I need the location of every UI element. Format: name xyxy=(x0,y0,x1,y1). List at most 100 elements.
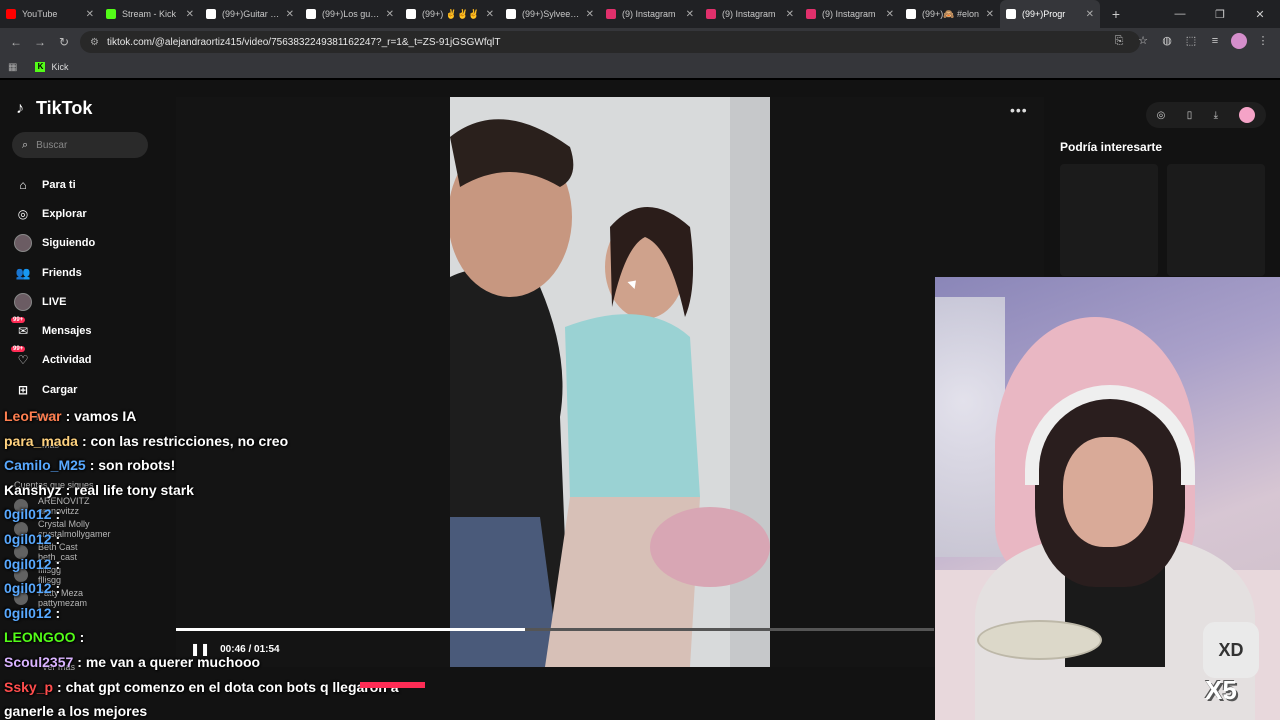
stream-chat: LeoFwar: vamos IA para_mada: con las rest… xyxy=(4,404,444,720)
browser-tab[interactable]: (99+) ✌️✌️✌️ ✕ xyxy=(400,0,500,28)
sidebar-item-label: Mensajes xyxy=(42,325,92,338)
kick-icon: K xyxy=(35,62,46,72)
tab-close-icon[interactable]: ✕ xyxy=(686,9,694,20)
sidebar-item-siguiendo[interactable]: Siguiendo xyxy=(14,229,164,258)
sidebar-item-friends[interactable]: 👥 Friends xyxy=(14,258,164,287)
chat-separator: : xyxy=(55,555,61,572)
tab-close-icon[interactable]: ✕ xyxy=(1086,9,1094,20)
chat-username[interactable]: LeoFwar xyxy=(4,408,62,424)
tab-favicon-icon xyxy=(1006,9,1016,19)
site-info-icon[interactable]: ⚙ xyxy=(90,37,99,48)
browser-tab[interactable]: (99+)Progr ✕ xyxy=(1000,0,1100,28)
sidebar-item-label: Explorar xyxy=(42,207,87,220)
tiktok-logo[interactable]: ♪ TikTok xyxy=(16,98,92,119)
bookmarks-bar: ▦ K Kick xyxy=(0,56,1280,78)
chat-separator: : xyxy=(81,432,91,449)
sidebar-item-label: Cargar xyxy=(42,383,78,396)
browser-tab[interactable]: YouTube ✕ xyxy=(0,0,100,28)
chat-text: real life tony stark xyxy=(74,481,194,498)
chat-username[interactable]: Ssky_p xyxy=(4,679,53,695)
sidebar-item-cargar[interactable]: ⊞ Cargar xyxy=(14,375,164,404)
tab-favicon-icon xyxy=(6,9,16,19)
chat-username[interactable]: 0gil012 xyxy=(4,580,51,596)
back-icon[interactable]: ← xyxy=(4,35,28,49)
tab-close-icon[interactable]: ✕ xyxy=(86,9,94,20)
profile-avatar[interactable] xyxy=(1230,32,1248,50)
browser-tab[interactable]: (9) Instagram ✕ xyxy=(700,0,800,28)
phone-icon[interactable]: ▯ xyxy=(1187,110,1193,121)
chat-username[interactable]: Scoul2357 xyxy=(4,654,73,670)
friends-icon: 👥 xyxy=(15,265,31,280)
tab-title: (99+)🙈 #elon xyxy=(922,8,979,19)
chat-username[interactable]: 0gil012 xyxy=(4,556,51,572)
tab-close-icon[interactable]: ✕ xyxy=(386,9,394,20)
browser-addressbar: ← → ↻ ⚙ tiktok.com/@alejandraortiz415/vi… xyxy=(0,28,1280,56)
chat-username[interactable]: Kanshyz xyxy=(4,482,62,498)
media-icon[interactable]: ≡ xyxy=(1206,32,1224,50)
suggested-title: Podría interesarte xyxy=(1060,140,1163,154)
url-field[interactable]: ⚙ tiktok.com/@alejandraortiz415/video/75… xyxy=(80,31,1140,53)
new-tab-icon[interactable]: + xyxy=(1106,6,1126,22)
chat-message: 0gil012: xyxy=(4,527,444,552)
chat-separator: : xyxy=(55,580,61,597)
extension-icon[interactable]: ◍ xyxy=(1158,32,1176,50)
chat-username[interactable]: 0gil012 xyxy=(4,506,51,522)
menu-icon[interactable]: ⋮ xyxy=(1254,32,1272,50)
chat-message: 0gil012: xyxy=(4,552,444,577)
browser-tab[interactable]: (9) Instagram ✕ xyxy=(600,0,700,28)
tab-close-icon[interactable]: ✕ xyxy=(786,9,794,20)
coins-icon[interactable]: ◎ xyxy=(1157,110,1166,121)
suggested-thumbnail[interactable] xyxy=(1167,164,1265,276)
browser-tab[interactable]: Stream - Kick ✕ xyxy=(100,0,200,28)
bookmark-kick[interactable]: Kick xyxy=(51,62,68,72)
sidebar-item-explorar[interactable]: ◎ Explorar xyxy=(14,199,164,228)
sidebar-item-para-ti[interactable]: ⌂ Para ti xyxy=(14,170,164,199)
chat-separator: : xyxy=(89,457,99,474)
download-icon[interactable]: ⤓ xyxy=(1214,110,1218,121)
star-icon[interactable]: ☆ xyxy=(1134,32,1152,50)
tab-close-icon[interactable]: ✕ xyxy=(486,9,494,20)
browser-tab[interactable]: (99+)Los gusto ✕ xyxy=(300,0,400,28)
tab-close-icon[interactable]: ✕ xyxy=(986,9,994,20)
browser-tab[interactable]: (99+)Sylvee ne ✕ xyxy=(500,0,600,28)
reload-icon[interactable]: ↻ xyxy=(52,35,76,49)
tab-favicon-icon xyxy=(206,9,216,19)
chat-message: 0gil012: xyxy=(4,601,444,626)
puzzle-icon[interactable]: ⬚ xyxy=(1182,32,1200,50)
chat-username[interactable]: LEONGOO xyxy=(4,629,76,645)
apps-grid-icon[interactable]: ▦ xyxy=(8,62,17,73)
tab-close-icon[interactable]: ✕ xyxy=(586,9,594,20)
streamer-webcam: XD X5 xyxy=(935,277,1280,720)
sidebar-item-mensajes[interactable]: ✉ 99+ Mensajes xyxy=(11,316,164,345)
address-actions: ⎘ ☆ ◍ ⬚ ≡ ⋮ xyxy=(1110,32,1272,50)
more-options-icon[interactable]: ••• xyxy=(1010,102,1028,118)
search-input[interactable]: ⌕ Buscar xyxy=(12,132,148,158)
tab-close-icon[interactable]: ✕ xyxy=(186,9,194,20)
sidebar-item-live[interactable]: LIVE xyxy=(14,287,164,316)
browser-tab[interactable]: (99+)Guitar Co ✕ xyxy=(200,0,300,28)
video-player[interactable] xyxy=(450,97,770,667)
browser-tab[interactable]: (99+)🙈 #elon ✕ xyxy=(900,0,1000,28)
user-avatar[interactable] xyxy=(1239,107,1256,123)
close-window-icon[interactable]: ✕ xyxy=(1240,8,1280,21)
browser-tab[interactable]: (9) Instagram ✕ xyxy=(800,0,900,28)
chat-separator: : xyxy=(55,604,61,621)
chat-separator: : xyxy=(65,481,75,498)
maximize-icon[interactable]: ❐ xyxy=(1200,8,1240,21)
chat-message: Kanshyz: real life tony stark xyxy=(4,478,444,503)
sidebar-item-label: Para ti xyxy=(42,178,76,191)
tab-close-icon[interactable]: ✕ xyxy=(286,9,294,20)
chat-username[interactable]: 0gil012 xyxy=(4,531,51,547)
chat-username[interactable]: para_mada xyxy=(4,433,78,449)
suggested-thumbnail[interactable] xyxy=(1060,164,1158,276)
minimize-icon[interactable]: — xyxy=(1160,8,1200,20)
forward-icon[interactable]: → xyxy=(28,35,52,49)
sidebar-item-actividad[interactable]: ♡ 99+ Actividad xyxy=(11,346,164,375)
install-icon[interactable]: ⎘ xyxy=(1110,32,1128,50)
chat-username[interactable]: Camilo_M25 xyxy=(4,457,86,473)
tab-close-icon[interactable]: ✕ xyxy=(886,9,894,20)
chat-username[interactable]: 0gil012 xyxy=(4,605,51,621)
alert-bar xyxy=(360,682,425,688)
chat-separator: : xyxy=(77,653,86,670)
chat-separator: : xyxy=(55,506,61,523)
